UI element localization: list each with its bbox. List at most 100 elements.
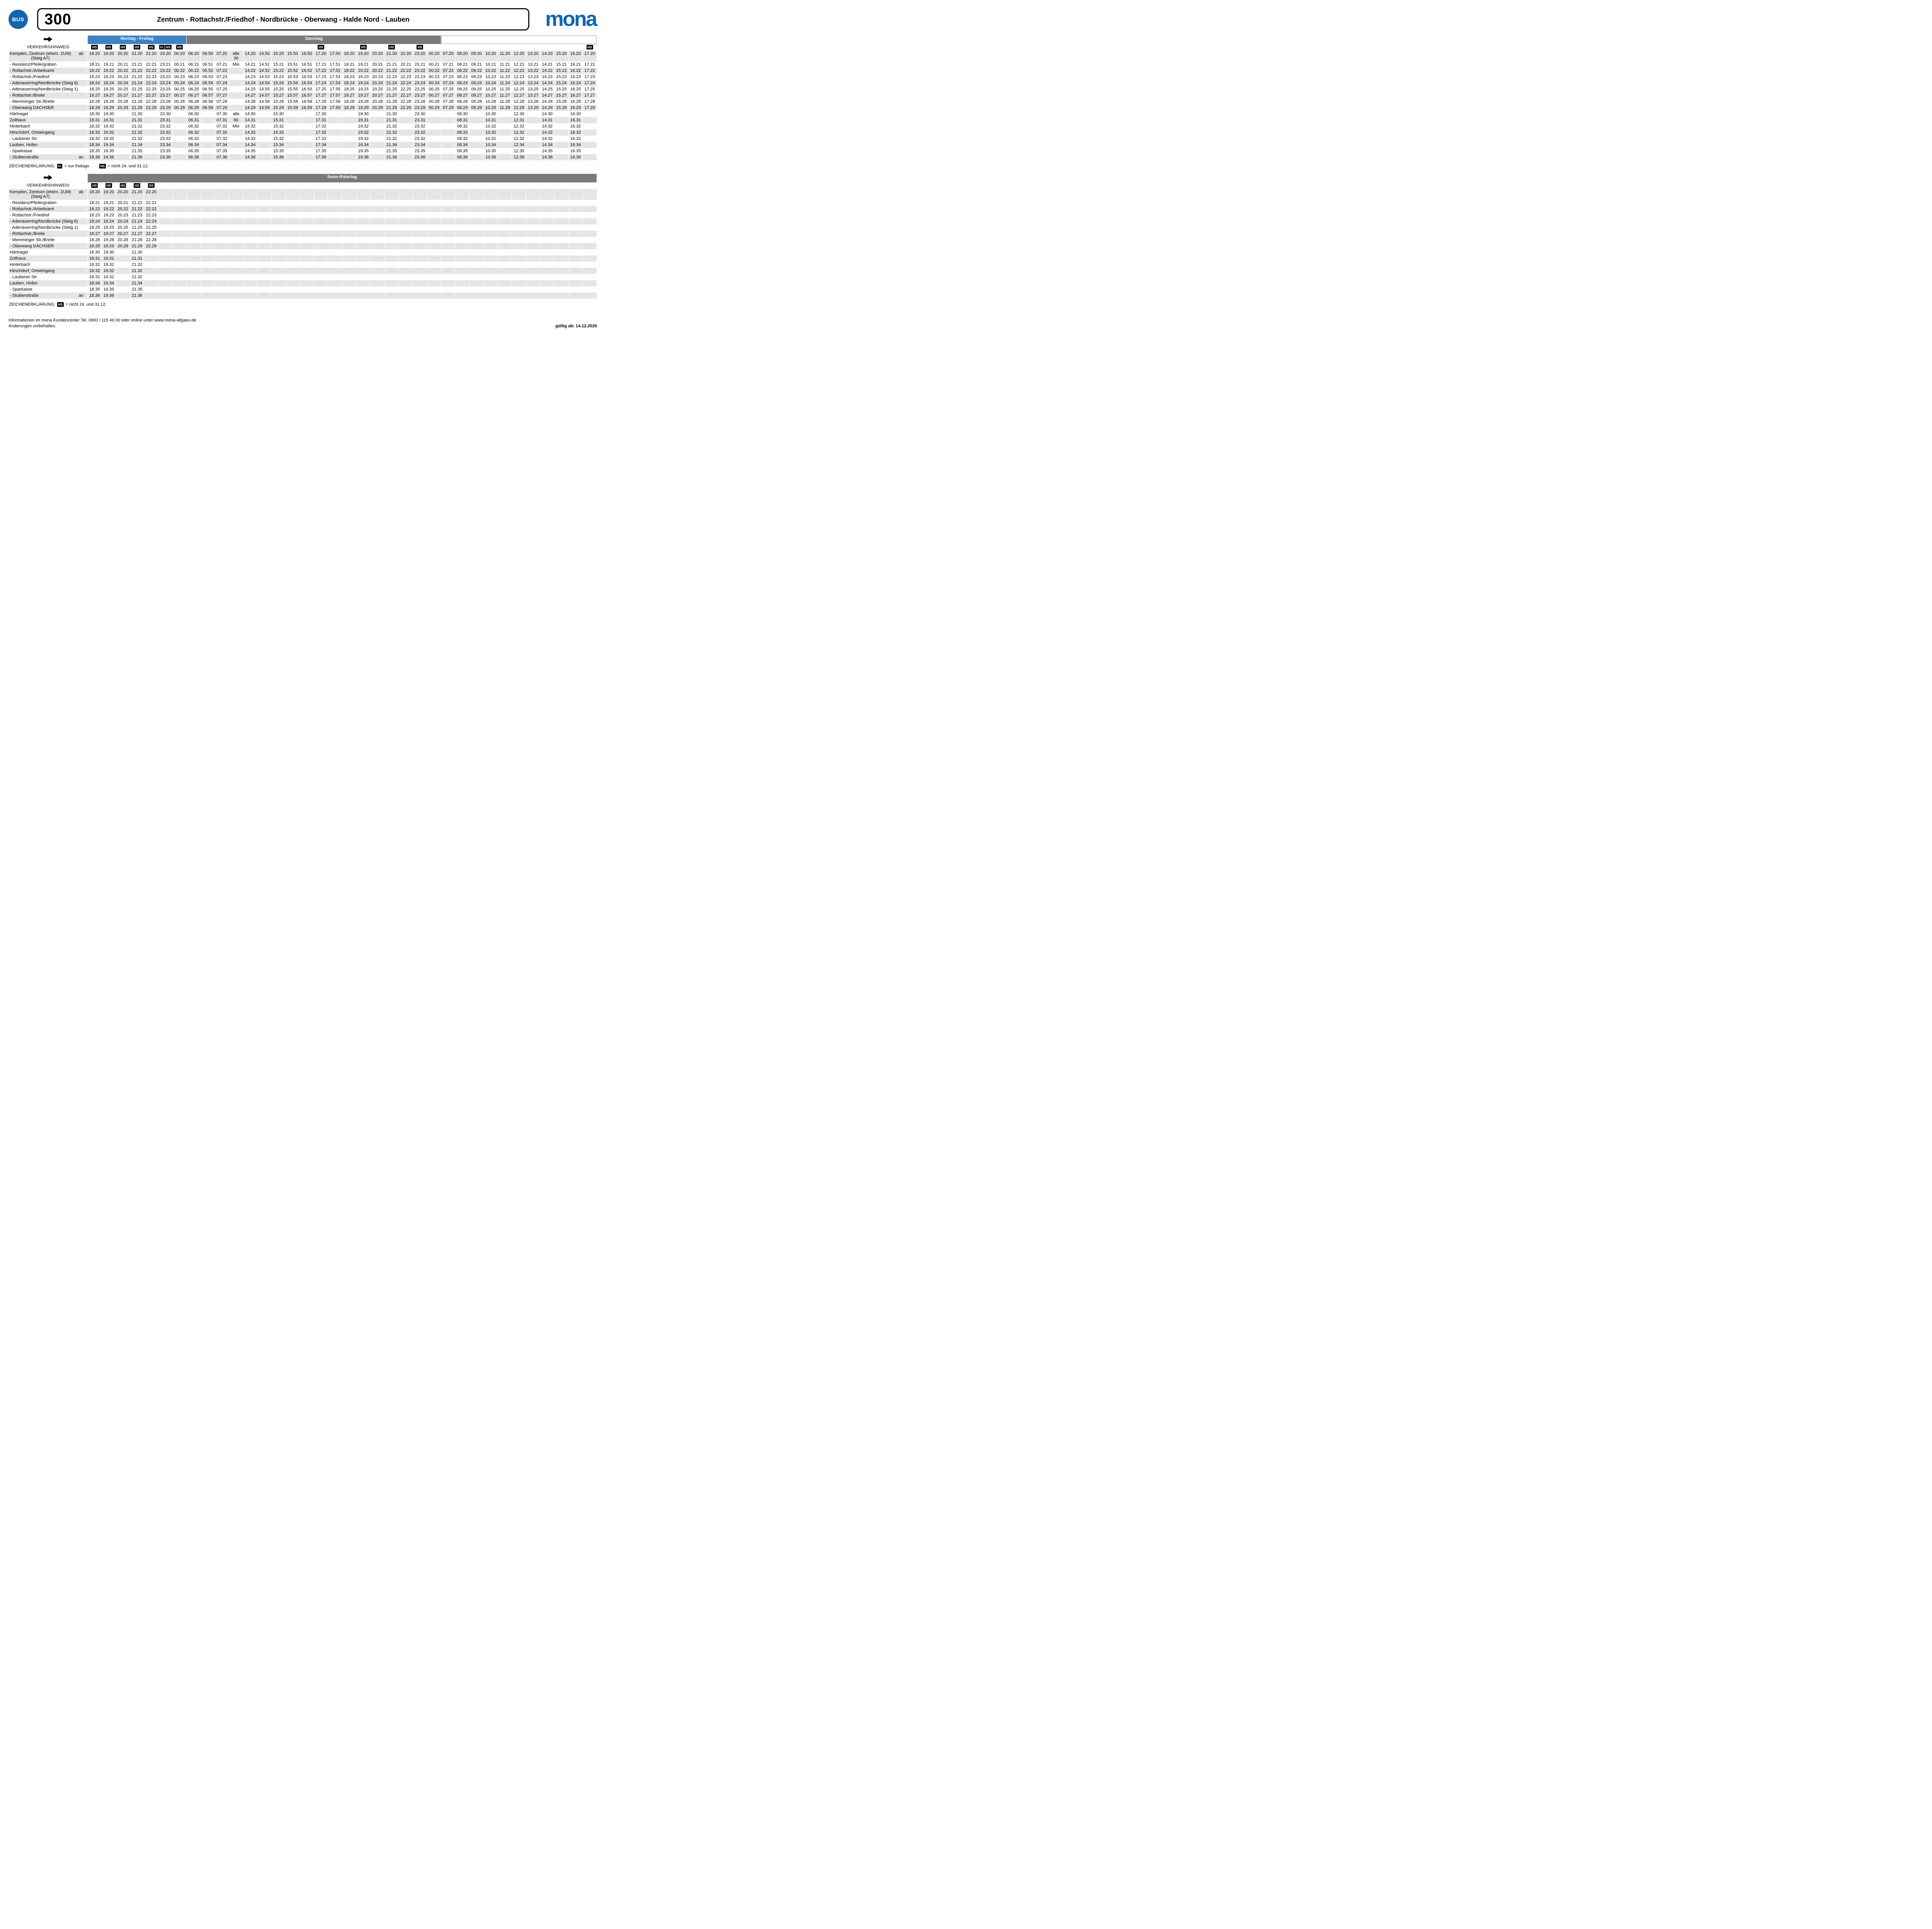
time-cell <box>413 212 427 218</box>
time-cell <box>158 262 172 268</box>
verkehrshinweis-cell <box>371 182 384 189</box>
departure-marker: ab <box>79 190 87 199</box>
time-cell <box>583 286 597 293</box>
time-cell <box>441 225 455 231</box>
time-cell: 16.30 <box>569 111 583 117</box>
time-cell <box>144 293 158 299</box>
time-cell: 14.35 <box>243 148 257 154</box>
time-cell <box>173 148 187 154</box>
hs-marker: HS <box>176 45 183 49</box>
time-cell: 07.22 <box>441 68 455 74</box>
verkehrshinweis-cell <box>498 182 512 189</box>
stop-name-cell: - Rottachstr./Friedhof <box>9 74 87 80</box>
time-cell <box>554 136 568 142</box>
time-cell: 14.29 <box>541 105 554 111</box>
time-cell: 08.29 <box>456 105 469 111</box>
time-cell: 23.24 <box>158 80 172 86</box>
time-cell <box>173 189 187 200</box>
time-cell <box>328 148 342 154</box>
time-cell: 18.27 <box>88 92 102 99</box>
time-cell <box>526 231 540 237</box>
stop-name: - Adenauerring/Nordbrücke (Steig 1) <box>9 225 78 230</box>
time-cell <box>144 268 158 274</box>
timetable-weekday: Montag - FreitagSamstagSonn-/FeiertagVER… <box>9 36 597 160</box>
time-cell <box>328 111 342 117</box>
time-cell <box>526 293 540 299</box>
time-cell: 14.20 <box>243 51 257 61</box>
time-cell <box>272 286 286 293</box>
verkehrshinweis-cell <box>328 44 342 51</box>
time-cell <box>583 136 597 142</box>
time-cell: 14.55 <box>257 86 271 92</box>
time-cell <box>116 255 130 262</box>
time-cell: 06.59 <box>201 105 215 111</box>
verkehrshinweis-cell <box>569 182 583 189</box>
time-cell: 10.27 <box>484 92 498 99</box>
time-cell <box>371 286 384 293</box>
time-cell <box>484 274 498 280</box>
stop-name: - Rottachstr./Breite <box>9 231 45 236</box>
time-cell <box>342 154 356 160</box>
time-cell <box>569 280 583 286</box>
time-cell: 22.24 <box>144 80 158 86</box>
time-cell <box>484 243 498 249</box>
time-cell <box>328 123 342 129</box>
time-cell <box>413 189 427 200</box>
stop-name: - Residenz/Pfeilergraben <box>9 62 56 67</box>
time-cell: 20.27 <box>371 92 384 99</box>
time-cell: 20.23 <box>116 212 130 218</box>
time-cell <box>441 136 455 142</box>
time-cell: 15.20 <box>272 51 286 61</box>
time-cell <box>399 212 413 218</box>
time-cell: 07.23 <box>441 74 455 80</box>
time-cell: 23.28 <box>158 99 172 105</box>
time-cell <box>314 255 328 262</box>
time-cell <box>541 218 554 225</box>
time-cell <box>257 200 271 206</box>
time-cell: 15.27 <box>272 92 286 99</box>
time-cell: 18.28 <box>342 99 356 105</box>
stop-name: Kempten, Zentrum (ehem. ZUM) (Steig A7) <box>9 190 71 199</box>
time-cell <box>342 117 356 123</box>
timetable-row: Kempten, Zentrum (ehem. ZUM) (Steig A7)a… <box>9 51 597 61</box>
timetable-row: - Rottachstr./Friedhof18.2319.2320.2321.… <box>9 212 597 218</box>
time-cell: 23.35 <box>413 148 427 154</box>
time-cell: 12.32 <box>512 136 526 142</box>
time-cell <box>201 243 215 249</box>
stop-name-cell: Kempten, Zentrum (ehem. ZUM) (Steig A7)a… <box>9 51 87 61</box>
verkehrshinweis-cell <box>554 182 568 189</box>
time-cell <box>173 111 187 117</box>
time-cell: 23.29 <box>158 105 172 111</box>
legend-prefix: ZEICHENERKLÄRUNG: <box>9 302 55 307</box>
time-cell <box>554 154 568 160</box>
time-cell: 18.36 <box>88 154 102 160</box>
time-cell <box>427 206 441 212</box>
time-cell: 07.24 <box>215 80 229 86</box>
time-cell: 17.28 <box>583 99 597 105</box>
time-cell: 17.27 <box>583 92 597 99</box>
time-cell <box>342 249 356 255</box>
time-cell <box>286 218 300 225</box>
time-cell: 16.36 <box>569 154 583 160</box>
time-cell <box>300 237 314 243</box>
time-cell: 23.36 <box>158 154 172 160</box>
time-cell <box>569 218 583 225</box>
time-cell: 10.30 <box>484 111 498 117</box>
time-cell: 15.22 <box>272 68 286 74</box>
time-cell: 17.32 <box>314 129 328 136</box>
time-cell: 22.27 <box>144 231 158 237</box>
time-cell: 20.29 <box>116 243 130 249</box>
verkehrshinweis-cell <box>512 44 526 51</box>
time-cell <box>229 268 243 274</box>
time-cell <box>399 262 413 268</box>
stop-name-cell: Lauben, Hofen <box>9 142 87 148</box>
time-cell <box>243 218 257 225</box>
timetable-row: Zollhaus18.3119.3121.31 <box>9 255 597 262</box>
time-cell <box>569 237 583 243</box>
time-cell <box>526 206 540 212</box>
time-cell <box>569 249 583 255</box>
time-cell: 14.32 <box>541 123 554 129</box>
time-cell <box>554 129 568 136</box>
time-cell <box>427 286 441 293</box>
stop-name: - Residenz/Pfeilergraben <box>9 201 56 206</box>
